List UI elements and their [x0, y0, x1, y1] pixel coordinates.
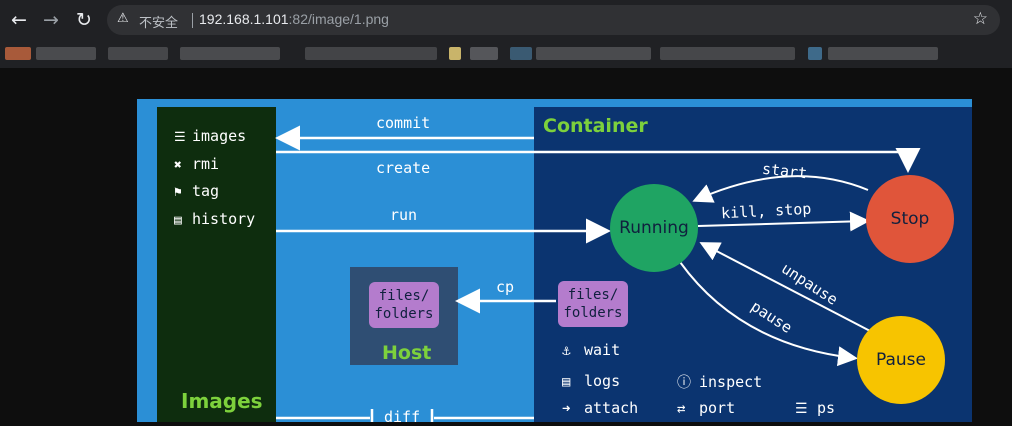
pause-state: Pause [857, 316, 945, 404]
port-command: ⇄ port [677, 399, 735, 417]
inspect-command: ⓘ inspect [677, 372, 762, 392]
cp-label: cp [496, 278, 515, 296]
wait-command: ⚓ wait [562, 341, 620, 359]
commit-label: commit [376, 114, 431, 132]
logs-label: logs [584, 372, 621, 390]
info-icon: ⓘ [677, 375, 691, 391]
running-state: Running [610, 184, 698, 272]
swap-icon: ⇄ [677, 401, 686, 417]
document-icon: ▤ [562, 374, 571, 390]
attach-command: ➜ attach [562, 399, 638, 417]
attach-label: attach [584, 399, 639, 417]
logs-command: ▤ logs [562, 372, 620, 390]
inspect-label: inspect [699, 373, 763, 391]
ps-label: ps [817, 399, 836, 417]
port-label: port [699, 399, 736, 417]
wait-label: wait [584, 341, 621, 359]
diff-label: diff [384, 408, 421, 426]
create-label: create [376, 159, 431, 177]
list-icon: ☰ [795, 401, 808, 417]
ps-command: ☰ ps [795, 399, 835, 417]
stop-state: Stop [866, 175, 954, 263]
anchor-icon: ⚓ [562, 343, 571, 359]
login-icon: ➜ [562, 401, 571, 417]
create-arrow [276, 148, 921, 173]
run-label: run [390, 206, 418, 224]
